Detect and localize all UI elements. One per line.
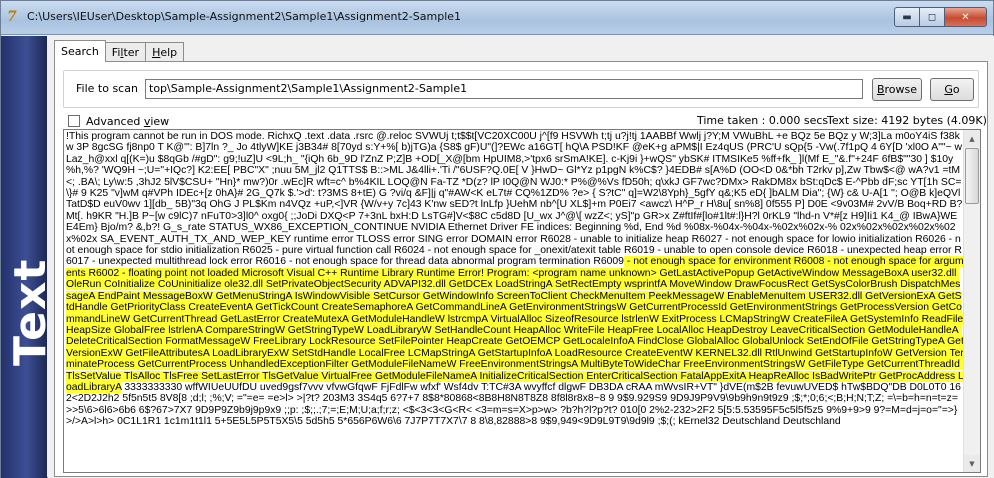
title-bar[interactable]: 7 C:\Users\IEUser\Desktop\Sample-Assignm…	[1, 1, 993, 35]
tab-label: Fi	[111, 46, 121, 59]
strings-output-textarea[interactable]: !This program cannot be run in DOS mode.…	[63, 129, 981, 473]
vertical-scrollbar[interactable]: ▲ ▼	[963, 130, 980, 472]
output-tail-text: 3333333330 wffWIUeUUfDU uved9gsf7vvv vfv…	[66, 381, 961, 428]
browse-accel: B	[876, 83, 885, 96]
go-accel: G	[944, 83, 953, 96]
output-text: !This program cannot be run in DOS mode.…	[66, 131, 967, 428]
advanced-view-checkbox[interactable]	[68, 115, 80, 127]
maximize-icon: ◻	[927, 11, 937, 23]
search-panel: File to scan top\Sample-Assignment2\Samp…	[54, 61, 988, 477]
browse-button[interactable]: Browse	[872, 78, 922, 101]
minimize-button[interactable]: ▬	[894, 7, 920, 27]
go-label: o	[952, 83, 960, 96]
scroll-up-arrow-icon[interactable]: ▲	[964, 130, 980, 147]
tab-label-accel: H	[152, 46, 161, 59]
tab-filter[interactable]: Fi l ter	[104, 42, 147, 62]
output-plain-text: !This program cannot be run in DOS mode.…	[66, 131, 963, 268]
time-taken-label: Time taken : 0.000 secs	[697, 114, 829, 127]
browse-label: rowse	[884, 83, 918, 96]
scroll-down-arrow-icon[interactable]: ▼	[964, 455, 980, 472]
tab-label: Search	[61, 45, 99, 58]
banner-logo-text: Text	[5, 258, 47, 366]
tab-label: ter	[123, 46, 140, 59]
window-controls: ▬ ◻ ✕	[894, 7, 987, 27]
minimize-icon: ▬	[902, 11, 912, 23]
app-icon: 7	[7, 9, 17, 25]
maximize-button[interactable]: ◻	[920, 7, 945, 27]
advanced-view-text: iew	[150, 115, 170, 128]
go-button[interactable]: Go	[930, 78, 974, 101]
side-banner: Text	[1, 36, 47, 478]
close-icon: ✕	[961, 11, 970, 23]
file-to-scan-input[interactable]: top\Sample-Assignment2\Sample1\Assignmen…	[145, 79, 863, 99]
tab-strip: Search Fi l ter Help	[54, 40, 185, 62]
close-button[interactable]: ✕	[945, 7, 987, 27]
tab-help[interactable]: Help	[145, 42, 185, 62]
main-content: Search Fi l ter Help File to scan top\Samp…	[48, 36, 994, 478]
file-scan-group: File to scan top\Sample-Assignment2\Samp…	[63, 70, 979, 108]
main-window: 7 C:\Users\IEUser\Desktop\Sample-Assignm…	[0, 0, 994, 478]
file-to-scan-label: File to scan	[76, 82, 138, 95]
tab-search[interactable]: Search	[54, 40, 106, 62]
advanced-view-text: Advanced	[86, 115, 144, 128]
output-highlighted-text: - not enough space for environment R6008…	[66, 256, 967, 393]
window-title: C:\Users\IEUser\Desktop\Sample-Assignmen…	[27, 10, 462, 23]
text-size-label: Text size: 4192 bytes (4.09K)	[827, 114, 987, 127]
tab-label: elp	[160, 46, 178, 59]
scrollbar-thumb[interactable]	[965, 148, 979, 204]
advanced-view-label[interactable]: Advanced view	[86, 115, 169, 128]
